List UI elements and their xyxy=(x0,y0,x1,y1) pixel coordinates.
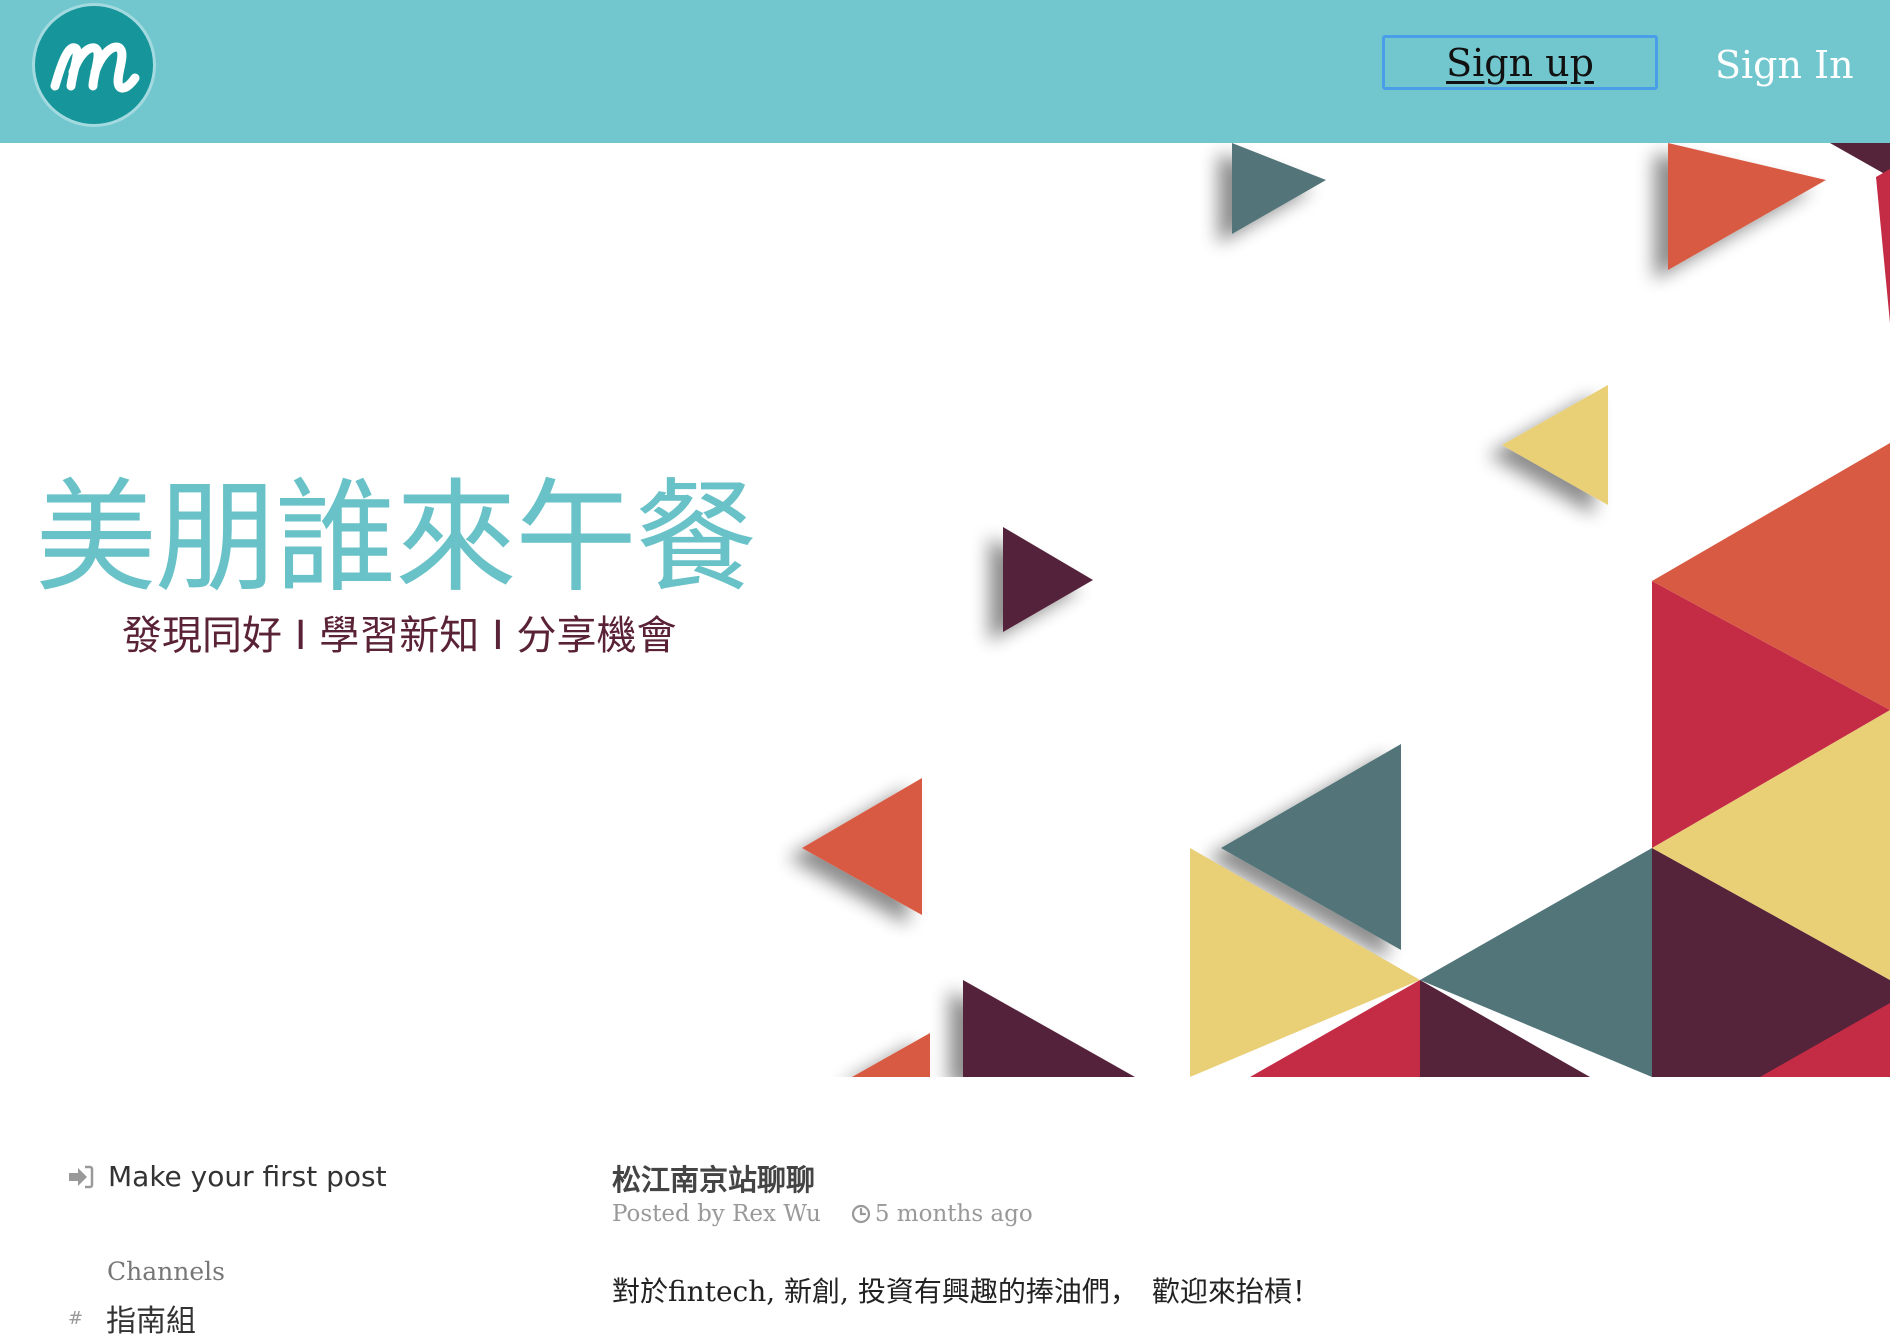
post-body: 對於fintech, 新創, 投資有興趣的捧油們， 歡迎來抬槓！ xyxy=(612,1275,1320,1308)
make-first-post-label: Make your first post xyxy=(108,1160,387,1193)
clock-icon xyxy=(851,1204,870,1224)
hero-title: 美朋誰來午餐 xyxy=(35,467,757,609)
site-logo[interactable] xyxy=(35,6,153,124)
channels-heading: Channels xyxy=(107,1257,225,1286)
signup-button[interactable]: Sign up xyxy=(1382,35,1658,90)
post-title[interactable]: 松江南京站聊聊 xyxy=(612,1157,815,1199)
hero-subtitle: 發現同好 I 學習新知 I 分享機會 xyxy=(122,613,677,659)
channel-label: 指南組 xyxy=(106,1304,196,1339)
post-time: 5 months ago xyxy=(874,1201,1033,1227)
hero-banner: 美朋誰來午餐 發現同好 I 學習新知 I 分享機會 xyxy=(0,143,1890,1077)
signin-link[interactable]: Sign In xyxy=(1715,38,1854,93)
post-meta: Posted by Rex Wu 5 months ago xyxy=(612,1201,1033,1227)
post-author: Posted by Rex Wu xyxy=(612,1201,821,1227)
hash-icon: # xyxy=(68,1307,84,1329)
make-first-post-link[interactable]: Make your first post xyxy=(66,1160,387,1193)
sign-in-arrow-icon xyxy=(69,1165,94,1188)
channel-item[interactable]: # 指南組 xyxy=(68,1296,196,1340)
top-navbar: Sign up Sign In xyxy=(0,0,1890,143)
m-logo-icon xyxy=(50,42,140,93)
